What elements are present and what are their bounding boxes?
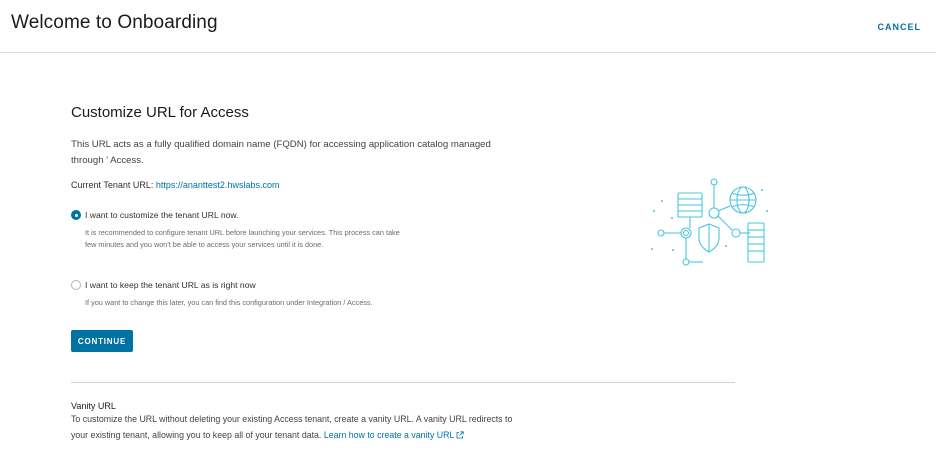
learn-vanity-url-link[interactable]: Learn how to create a vanity URL [324, 430, 465, 440]
current-tenant-url: Current Tenant URL: https://ananttest2.h… [71, 180, 279, 190]
external-link-icon [456, 429, 464, 445]
learn-link-label: Learn how to create a vanity URL [323, 429, 455, 440]
tenant-url-link[interactable]: https://ananttest2.hwslabs.com [156, 180, 280, 190]
option-label: I want to customize the tenant URL now. [85, 210, 239, 220]
section-title: Customize URL for Access [71, 104, 249, 121]
section-description: This URL acts as a fully qualified domai… [71, 139, 491, 166]
option-customize-now[interactable]: I want to customize the tenant URL now. [71, 210, 239, 220]
continue-button[interactable]: CONTINUE [71, 330, 133, 352]
vanity-url-title: Vanity URL [71, 401, 116, 411]
cancel-button[interactable]: CANCEL [878, 22, 922, 32]
section-divider [71, 382, 735, 383]
network-security-illustration [648, 176, 774, 268]
radio-customize-now[interactable] [71, 210, 81, 220]
page-title: Welcome to Onboarding [11, 12, 218, 33]
option-help-text: If you want to change this later, you ca… [85, 298, 373, 307]
option-keep-as-is[interactable]: I want to keep the tenant URL as is righ… [71, 280, 256, 290]
radio-keep-as-is[interactable] [71, 280, 81, 290]
vanity-url-description: To customize the URL without deleting yo… [71, 412, 531, 444]
option-help-text: It is recommended to configure tenant UR… [85, 228, 400, 249]
page-header: Welcome to Onboarding CANCEL [0, 0, 936, 53]
option-label: I want to keep the tenant URL as is righ… [85, 280, 256, 290]
tenant-url-label: Current Tenant URL: [71, 180, 156, 190]
